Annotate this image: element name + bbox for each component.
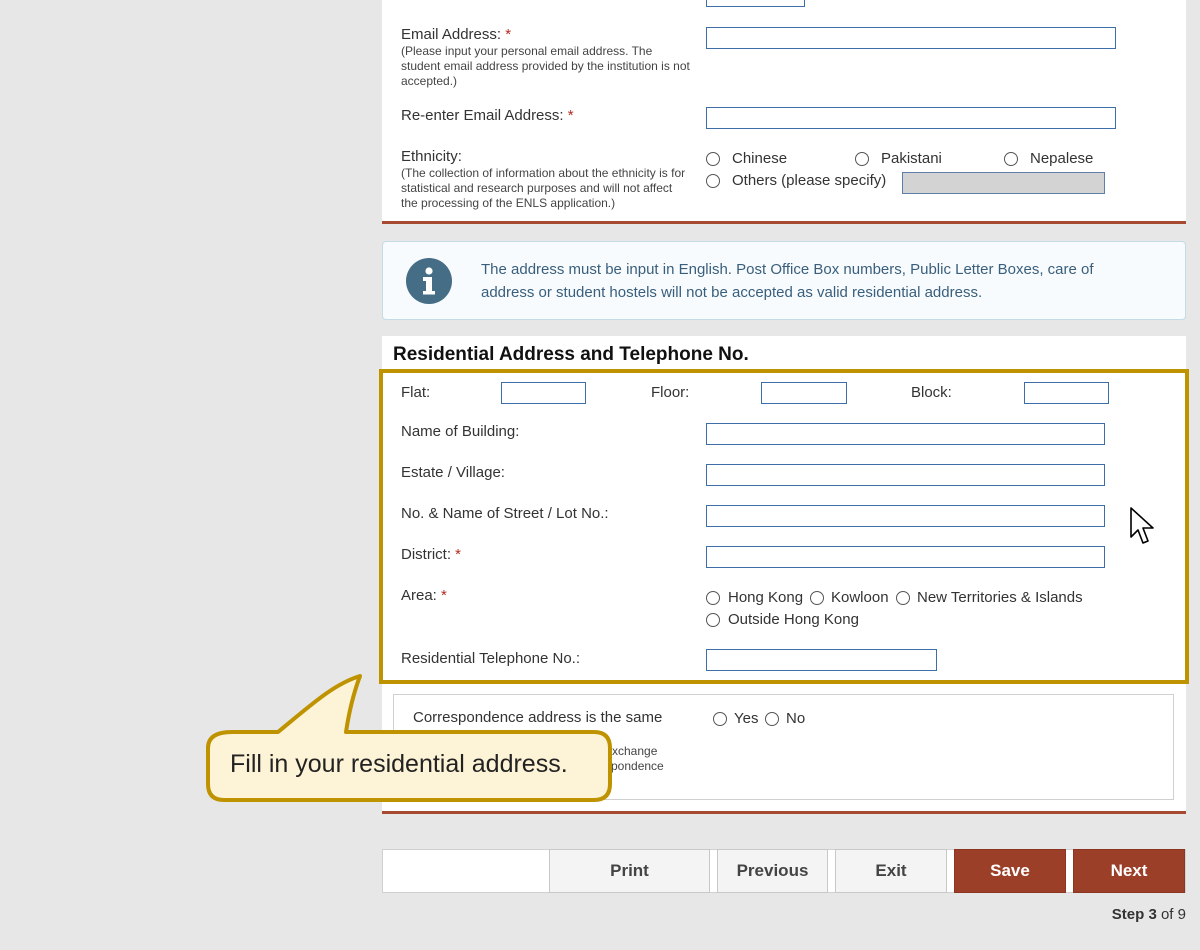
ethnicity-note: (The collection of information about the… [401,166,686,210]
area-label: Area: * [401,587,447,604]
correspondence-yes-label: Yes [734,710,759,727]
correspondence-no-radio[interactable] [765,712,779,726]
floor-input[interactable] [761,382,847,404]
correspondence-no-label: No [786,710,806,727]
flat-input[interactable] [501,382,586,404]
step-indicator: Step 3 of 9 [1111,906,1186,923]
ethnicity-nepalese-radio[interactable] [1004,152,1018,166]
building-input[interactable] [706,423,1105,445]
area-new-territories-radio[interactable] [896,591,910,605]
area-kowloon-radio[interactable] [810,591,824,605]
ethnicity-pakistani-label: Pakistani [881,150,942,167]
section-divider-top [382,221,1186,224]
callout-bubble [206,674,612,802]
callout-text: Fill in your residential address. [230,750,568,778]
building-label: Name of Building: [401,423,520,440]
email-input[interactable] [706,27,1116,49]
ethnicity-others-label: Others (please specify) [732,172,887,189]
estate-label: Estate / Village: [401,464,505,481]
print-button[interactable]: Print [549,849,710,893]
ethnicity-specify-input[interactable] [902,172,1105,194]
reenter-email-label: Re-enter Email Address: * [401,107,574,124]
flat-label: Flat: [401,384,431,401]
info-icon [406,258,452,304]
ethnicity-chinese-radio[interactable] [706,152,720,166]
previous-button[interactable]: Previous [717,849,828,893]
street-label: No. & Name of Street / Lot No.: [401,505,609,522]
floor-label: Floor: [651,384,690,401]
previous-field-input[interactable] [706,0,805,7]
address-section-title: Residential Address and Telephone No. [393,344,749,365]
area-hong-kong-radio[interactable] [706,591,720,605]
district-input[interactable] [706,546,1105,568]
correspondence-yes-radio[interactable] [713,712,727,726]
phone-input[interactable] [706,649,937,671]
ethnicity-chinese-label: Chinese [732,150,788,167]
area-hong-kong-label: Hong Kong [728,589,804,606]
exit-button[interactable]: Exit [835,849,947,893]
email-label: Email Address: * [401,26,512,43]
area-outside-hk-radio[interactable] [706,613,720,627]
phone-label: Residential Telephone No.: [401,650,581,667]
block-input[interactable] [1024,382,1109,404]
reenter-email-input[interactable] [706,107,1116,129]
section-divider-bottom [382,811,1186,814]
email-note: (Please input your personal email addres… [401,44,690,88]
street-input[interactable] [706,505,1105,527]
save-button[interactable]: Save [954,849,1066,893]
ethnicity-others-radio[interactable] [706,174,720,188]
info-text: The address must be input in English. Po… [481,261,1094,301]
district-label: District: * [401,546,462,563]
next-button[interactable]: Next [1073,849,1185,893]
block-label: Block: [911,384,952,401]
area-new-territories-label: New Territories & Islands [917,589,1083,606]
estate-input[interactable] [706,464,1105,486]
ethnicity-nepalese-label: Nepalese [1030,150,1094,167]
area-outside-hk-label: Outside Hong Kong [728,611,859,628]
area-kowloon-label: Kowloon [831,589,889,606]
ethnicity-pakistani-radio[interactable] [855,152,869,166]
ethnicity-label: Ethnicity: [401,148,462,165]
mouse-cursor-icon [1130,507,1154,544]
